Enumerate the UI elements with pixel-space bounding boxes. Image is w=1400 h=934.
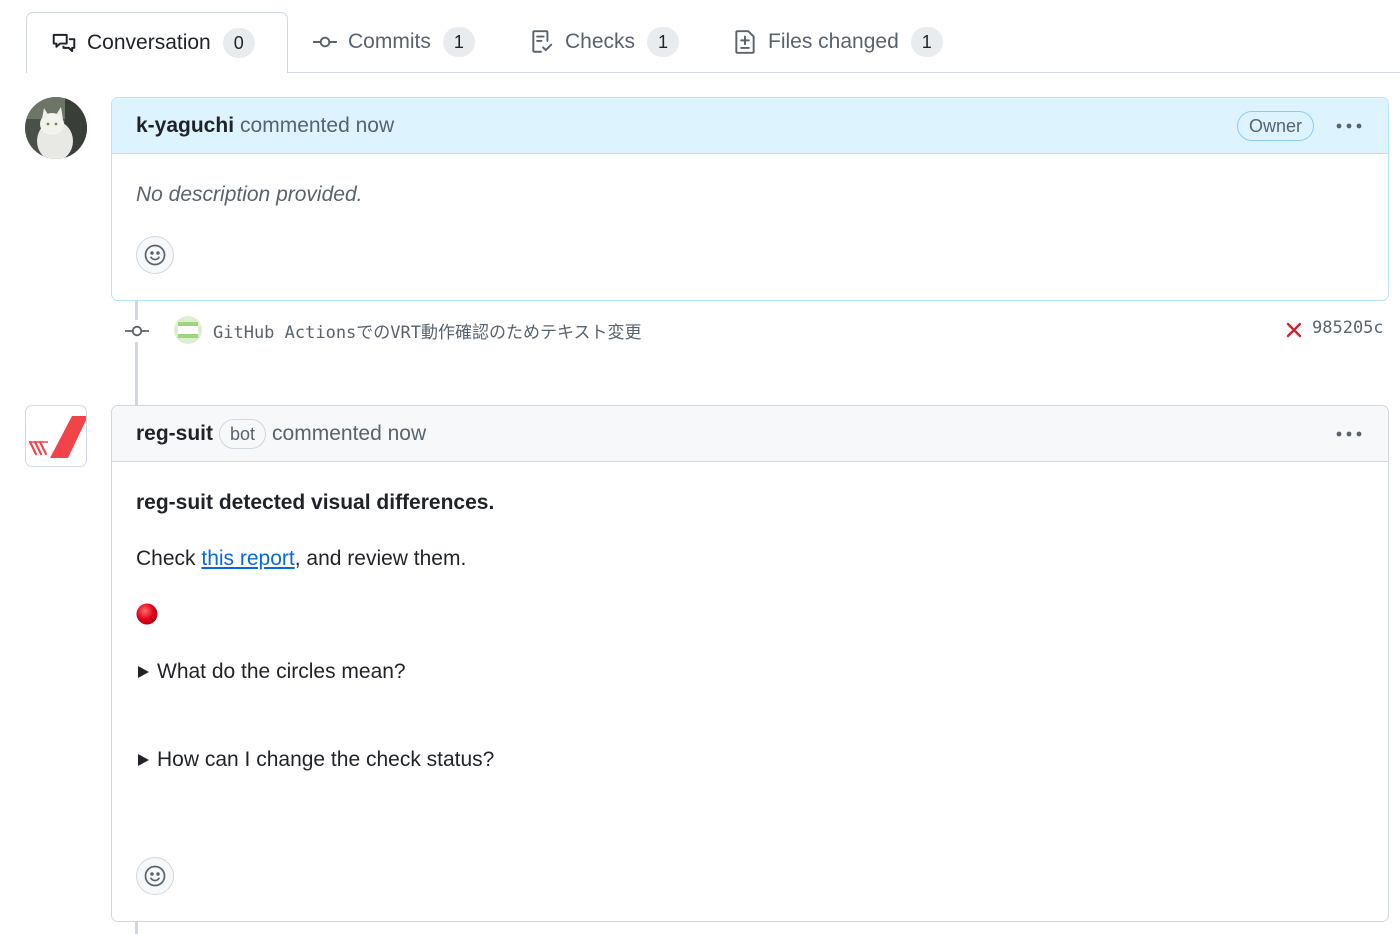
comment-box: k-yaguchi commented now Owner No descrip… [111, 97, 1389, 301]
kebab-menu-icon[interactable] [1334, 111, 1364, 141]
reg-suit-logo-icon [28, 416, 86, 458]
tab-checks[interactable]: Checks 1 [529, 12, 680, 72]
details-circles[interactable]: What do the circles mean? [136, 660, 406, 684]
commit-author-avatar[interactable] [174, 316, 202, 344]
smiley-icon [144, 244, 166, 266]
commit-sha[interactable]: 985205c [1312, 318, 1384, 338]
tab-files-changed-count: 1 [910, 27, 943, 57]
tab-checks-label: Checks [565, 30, 636, 53]
git-commit-icon [312, 29, 338, 55]
bot-badge: bot [219, 418, 267, 449]
report-link[interactable]: this report [201, 547, 294, 570]
comment-box: reg-suit bot commented now reg-suit dete… [111, 405, 1389, 922]
red-circle-icon [136, 603, 158, 625]
kebab-menu-icon[interactable] [1334, 419, 1364, 449]
tab-commits[interactable]: Commits 1 [312, 12, 475, 72]
disclosure-triangle-icon [138, 666, 149, 678]
tab-conversation-label: Conversation [87, 31, 211, 54]
add-reaction-button[interactable] [136, 236, 174, 274]
comment-author[interactable]: reg-suit [136, 422, 213, 446]
details-check-status[interactable]: How can I change the check status? [136, 748, 494, 772]
details-summary: What do the circles mean? [157, 660, 406, 683]
bot-avatar[interactable] [25, 405, 87, 467]
details-summary: How can I change the check status? [157, 748, 495, 771]
comment-body: No description provided. [112, 154, 1388, 300]
comment-heading: reg-suit detected visual differences. [136, 491, 495, 514]
tab-conversation[interactable]: Conversation 0 [26, 12, 288, 73]
comment-text: No description provided. [136, 183, 363, 206]
comment-header: reg-suit bot commented now [112, 406, 1388, 462]
comment-discussion-icon [51, 30, 77, 56]
commit-message[interactable]: GitHub ActionsでのVRT動作確認のためテキスト変更 [213, 318, 641, 343]
x-icon[interactable] [1284, 320, 1304, 340]
report-sentence: Check this report, and review them. [136, 547, 466, 571]
pr-tabs: Conversation 0 Commits 1 Checks 1 Files … [0, 0, 1400, 73]
timeline-line [135, 300, 138, 406]
comment-timestamp[interactable]: commented now [240, 114, 394, 138]
comment-header: k-yaguchi commented now Owner [112, 98, 1388, 154]
add-reaction-button[interactable] [136, 857, 174, 895]
tab-commits-count: 1 [442, 27, 475, 57]
comment-body: reg-suit detected visual differences. Ch… [112, 462, 1388, 921]
comment-timestamp[interactable]: commented now [272, 422, 426, 446]
file-diff-icon [732, 29, 758, 55]
disclosure-triangle-icon [138, 754, 149, 766]
tab-checks-count: 1 [647, 27, 680, 57]
avatar[interactable] [25, 97, 87, 159]
owner-badge: Owner [1236, 110, 1314, 141]
checklist-icon [529, 29, 555, 55]
comment-author[interactable]: k-yaguchi [136, 114, 234, 138]
smiley-icon [144, 865, 166, 887]
tab-files-changed-label: Files changed [768, 30, 899, 53]
git-commit-icon [124, 320, 150, 342]
tab-commits-label: Commits [348, 30, 431, 53]
timeline-line [135, 920, 138, 934]
tab-conversation-count: 0 [222, 28, 255, 58]
report-prefix: Check [136, 547, 202, 570]
report-suffix: , and review them. [294, 547, 467, 570]
tab-files-changed[interactable]: Files changed 1 [732, 12, 943, 72]
